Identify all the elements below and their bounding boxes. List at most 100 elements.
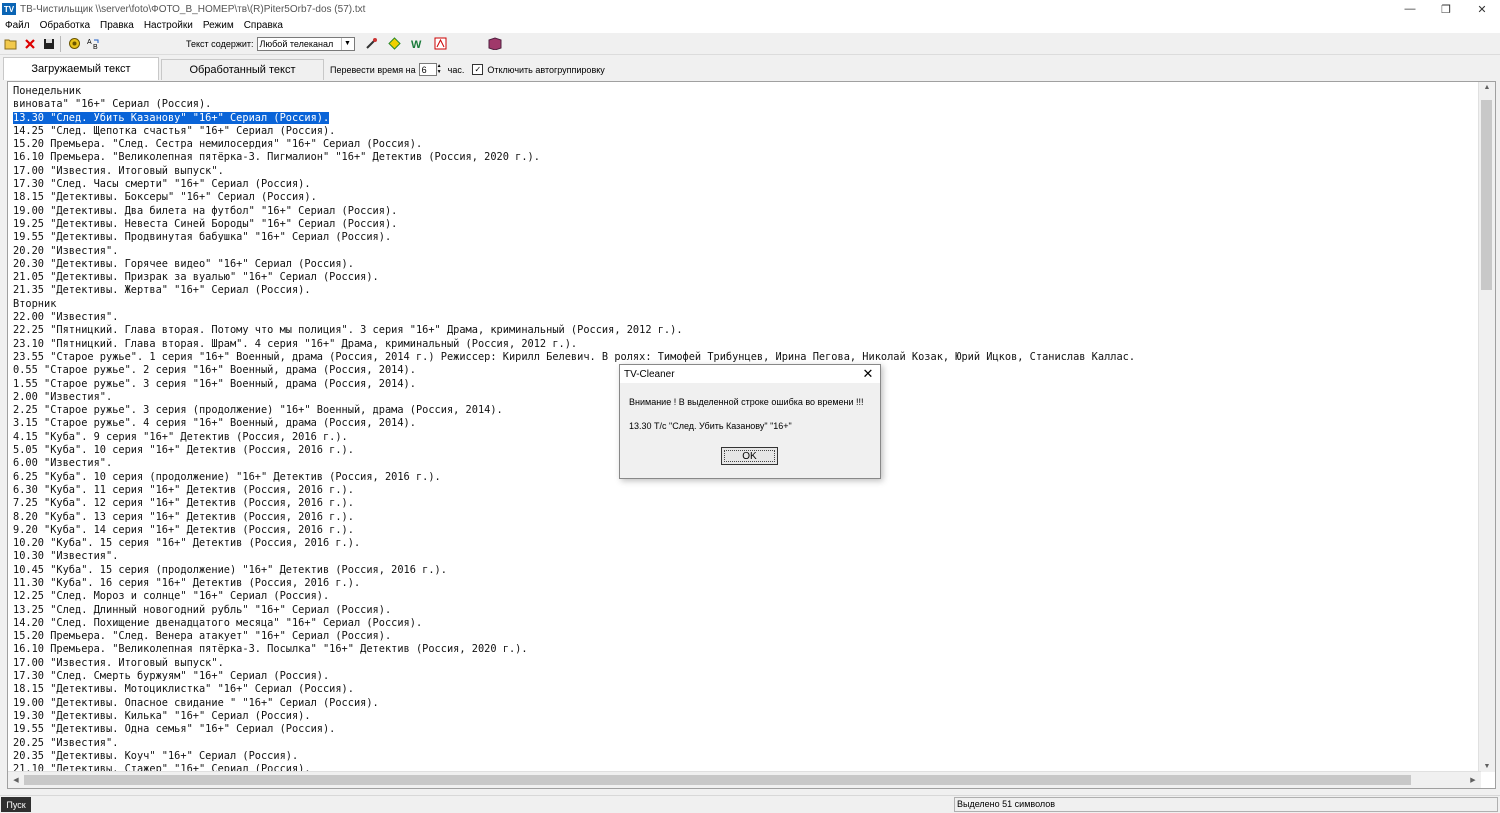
text-line: 19.25 "Детективы. Невеста Синей Бороды" … — [13, 218, 1135, 231]
start-button[interactable]: Пуск — [1, 797, 31, 812]
text-line: 20.35 "Детективы. Коуч" "16+" Сериал (Ро… — [13, 750, 1135, 763]
selected-text-line: 13.30 "След. Убить Казанову" "16+" Сериа… — [13, 111, 1135, 125]
text-line-content: 17.00 "Известия. Итоговый выпуск". — [13, 656, 224, 669]
text-line: виновата" "16+" Сериал (Россия). — [13, 98, 1135, 111]
text-line: 5.05 "Куба". 10 серия "16+" Детектив (Ро… — [13, 444, 1135, 457]
save-icon[interactable] — [40, 35, 57, 52]
diamond-icon[interactable] — [386, 35, 403, 52]
process-icon[interactable] — [66, 35, 83, 52]
text-line-content: 6.30 "Куба". 11 серия "16+" Детектив (Ро… — [13, 483, 354, 496]
text-line: Вторник — [13, 298, 1135, 311]
text-line: 19.00 "Детективы. Два билета на футбол" … — [13, 205, 1135, 218]
time-shift-stepper[interactable]: ▲ ▼ — [437, 63, 445, 76]
text-line-content: 10.20 "Куба". 15 серия "16+" Детектив (Р… — [13, 537, 361, 550]
text-line-content: Вторник — [13, 297, 57, 310]
maximize-button[interactable]: ❐ — [1428, 0, 1464, 18]
text-line-content: 13.30 "След. Убить Казанову" "16+" Сериа… — [13, 111, 330, 124]
text-line-content: 14.20 "След. Похищение двенадцатого меся… — [13, 616, 423, 629]
menu-file[interactable]: Файл — [0, 18, 35, 33]
acrobat-icon[interactable] — [432, 35, 449, 52]
chevron-down-icon[interactable]: ▼ — [340, 37, 354, 50]
text-line: 15.20 Премьера. "След. Венера атакует" "… — [13, 630, 1135, 643]
dialog-close-icon[interactable]: ✕ — [856, 366, 880, 382]
close-window-button[interactable]: ✕ — [1464, 0, 1500, 18]
horizontal-scrollbar[interactable]: ◀ ▶ — [8, 771, 1481, 788]
text-line: 3.15 "Старое ружье". 4 серия "16+" Военн… — [13, 417, 1135, 430]
text-line-content: 3.15 "Старое ружье". 4 серия "16+" Военн… — [13, 417, 416, 430]
window-controls: — ❐ ✕ — [1392, 0, 1500, 18]
text-line-content: 2.00 "Известия". — [13, 390, 113, 403]
text-line: 6.30 "Куба". 11 серия "16+" Детектив (Ро… — [13, 484, 1135, 497]
text-line: 6.00 "Известия". — [13, 457, 1135, 470]
channel-filter-select[interactable]: Любой телеканал ▼ — [256, 36, 355, 51]
text-line-content: 2.25 "Старое ружье". 3 серия (продолжени… — [13, 404, 503, 417]
text-line-content: 19.00 "Детективы. Опасное свидание " "16… — [13, 696, 379, 709]
text-line: 21.05 "Детективы. Призрак за вуалью" "16… — [13, 271, 1135, 284]
text-line-content: 13.25 "След. Длинный новогодний рубль" "… — [13, 603, 392, 616]
replace-icon[interactable]: AB — [85, 35, 102, 52]
text-line-content: виновата" "16+" Сериал (Россия). — [13, 98, 212, 111]
tab-row: Загружаемый текст Обработанный текст Пер… — [0, 56, 1500, 80]
text-line: 19.00 "Детективы. Опасное свидание " "16… — [13, 697, 1135, 710]
menu-edit[interactable]: Правка — [95, 18, 139, 33]
text-line-content: 19.55 "Детективы. Одна семья" "16+" Сери… — [13, 723, 336, 736]
tools-icon[interactable] — [363, 35, 380, 52]
text-line: 17.00 "Известия. Итоговый выпуск". — [13, 657, 1135, 670]
time-shift-group: Перевести время на 6 ▲ ▼ час. — [330, 59, 464, 80]
text-line: 2.00 "Известия". — [13, 391, 1135, 404]
text-line: 17.00 "Известия. Итоговый выпуск". — [13, 165, 1135, 178]
time-shift-unit: час. — [447, 64, 465, 75]
text-line: 9.20 "Куба". 14 серия "16+" Детектив (Ро… — [13, 524, 1135, 537]
text-line-content: 7.25 "Куба". 12 серия "16+" Детектив (Ро… — [13, 497, 354, 510]
scroll-down-icon[interactable]: ▼ — [1479, 763, 1495, 770]
filter-label: Текст содержит: — [186, 38, 254, 49]
text-line-content: 18.15 "Детективы. Боксеры" "16+" Сериал … — [13, 191, 317, 204]
dialog-title: TV-Cleaner — [624, 368, 675, 380]
svg-text:W: W — [411, 39, 422, 50]
menu-mode[interactable]: Режим — [198, 18, 239, 33]
text-line: 13.25 "След. Длинный новогодний рубль" "… — [13, 604, 1135, 617]
time-shift-input[interactable]: 6 — [418, 63, 437, 76]
menu-help[interactable]: Справка — [239, 18, 288, 33]
text-line-content: 20.20 "Известия". — [13, 244, 119, 257]
vertical-scroll-thumb[interactable] — [1481, 100, 1492, 290]
book-icon[interactable] — [487, 35, 504, 52]
ok-button[interactable]: OK — [721, 447, 778, 465]
text-line-content: 10.45 "Куба". 15 серия (продолжение) "16… — [13, 563, 447, 576]
text-line-content: 15.20 Премьера. "След. Венера атакует" "… — [13, 630, 392, 643]
text-line: 6.25 "Куба". 10 серия (продолжение) "16+… — [13, 471, 1135, 484]
text-line: 20.30 "Детективы. Горячее видео" "16+" С… — [13, 258, 1135, 271]
vertical-scrollbar[interactable]: ▲ ▼ — [1478, 82, 1495, 772]
tab-processed-text[interactable]: Обработанный текст — [161, 59, 324, 80]
text-line: 1.55 "Старое ружье". 3 серия "16+" Военн… — [13, 378, 1135, 391]
minimize-button[interactable]: — — [1392, 0, 1428, 18]
svg-text:B: B — [93, 44, 98, 50]
text-line: 17.30 "След. Часы смерти" "16+" Сериал (… — [13, 178, 1135, 191]
text-line-content: 19.00 "Детективы. Два билета на футбол" … — [13, 204, 398, 217]
tab-loaded-text[interactable]: Загружаемый текст — [3, 57, 159, 80]
text-line-content: 1.55 "Старое ружье". 3 серия "16+" Военн… — [13, 377, 416, 390]
delete-icon[interactable] — [21, 35, 38, 52]
scroll-left-icon[interactable]: ◀ — [8, 776, 24, 784]
status-bar: Пуск Выделено 51 символов — [0, 795, 1500, 813]
text-line-content: 17.30 "След. Смерть буржуям" "16+" Сериа… — [13, 670, 330, 683]
menu-settings[interactable]: Настройки — [139, 18, 198, 33]
horizontal-scroll-thumb[interactable] — [24, 775, 1411, 785]
dialog-message: Внимание ! В выделенной строке ошибка во… — [629, 397, 864, 407]
folder-open-icon[interactable] — [2, 35, 19, 52]
text-line: 12.25 "След. Мороз и солнце" "16+" Сериа… — [13, 590, 1135, 603]
text-line-content: 19.30 "Детективы. Килька" "16+" Сериал (… — [13, 709, 311, 722]
text-line-content: 16.10 Премьера. "Великолепная пятёрка-3.… — [13, 643, 528, 656]
text-line-content: 17.30 "След. Часы смерти" "16+" Сериал (… — [13, 178, 311, 191]
w-icon[interactable]: W — [409, 35, 426, 52]
scroll-right-icon[interactable]: ▶ — [1465, 776, 1481, 784]
menu-processing[interactable]: Обработка — [35, 18, 95, 33]
text-line: 16.10 Премьера. "Великолепная пятёрка-3.… — [13, 643, 1135, 656]
text-line-content: 0.55 "Старое ружье". 2 серия "16+" Военн… — [13, 364, 416, 377]
scroll-up-icon[interactable]: ▲ — [1479, 84, 1495, 91]
toolbar: AB Текст содержит: Любой телеканал ▼ W — [0, 33, 1500, 55]
autogroup-checkbox[interactable]: ✓ — [472, 64, 484, 75]
text-line-content: 5.05 "Куба". 10 серия "16+" Детектив (Ро… — [13, 444, 354, 457]
text-line: 14.25 "След. Щепотка счастья" "16+" Сери… — [13, 125, 1135, 138]
text-line-content: Понедельник — [13, 85, 82, 97]
